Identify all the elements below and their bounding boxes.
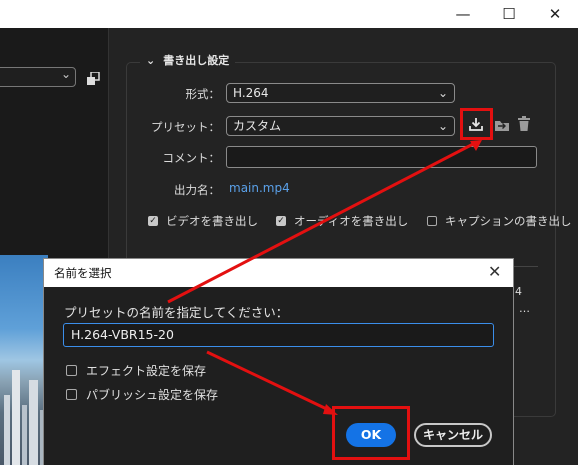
arrowhead-2 xyxy=(323,404,338,415)
annotation-arrows xyxy=(167,140,482,415)
annotation-arrow-1 xyxy=(167,140,478,304)
annotation-arrow-2 xyxy=(206,350,334,414)
